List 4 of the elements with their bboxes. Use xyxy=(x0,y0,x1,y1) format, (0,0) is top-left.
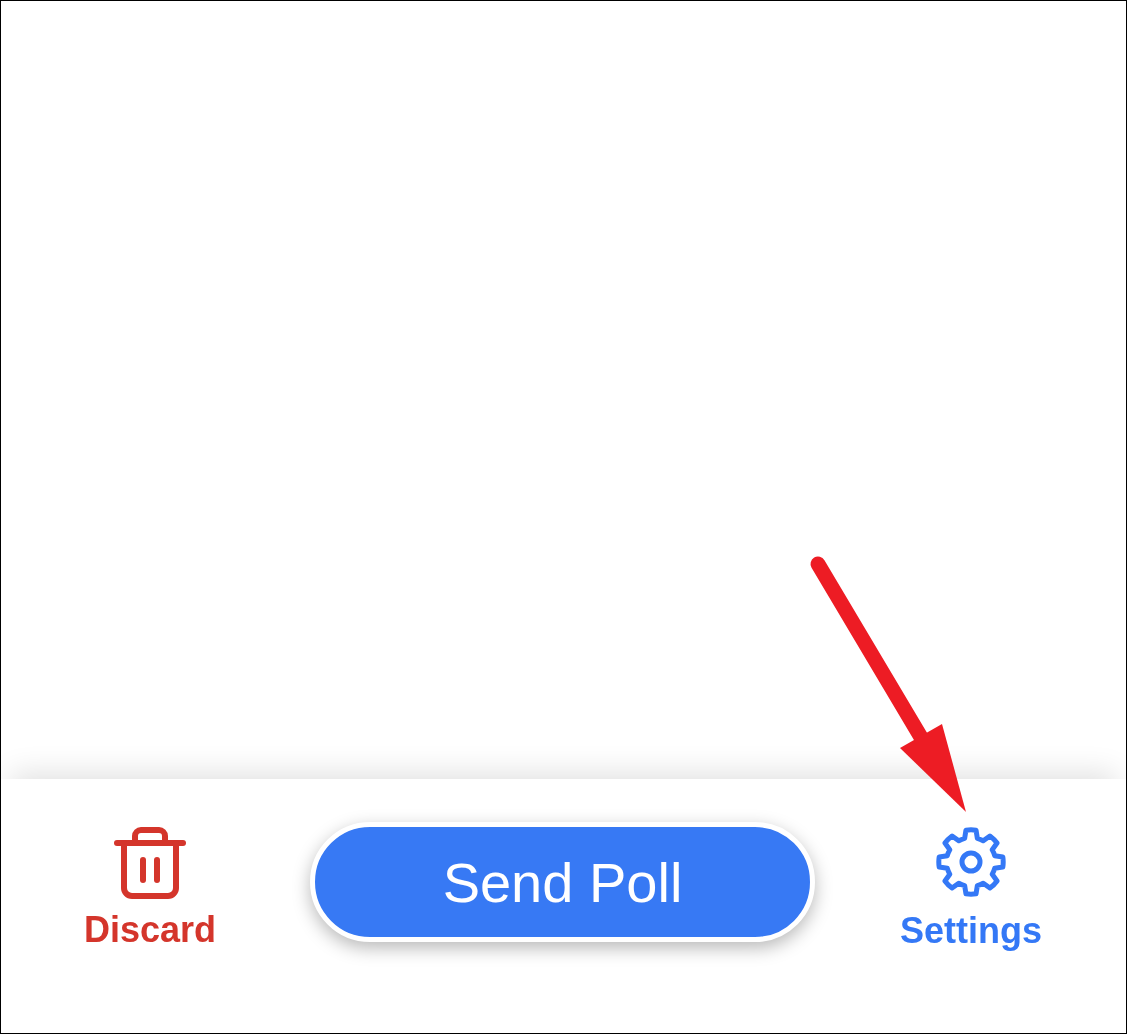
settings-icon xyxy=(936,827,1006,897)
settings-button[interactable]: Settings xyxy=(900,827,1042,952)
trash-icon xyxy=(114,827,186,899)
discard-button[interactable]: Discard xyxy=(83,827,217,951)
